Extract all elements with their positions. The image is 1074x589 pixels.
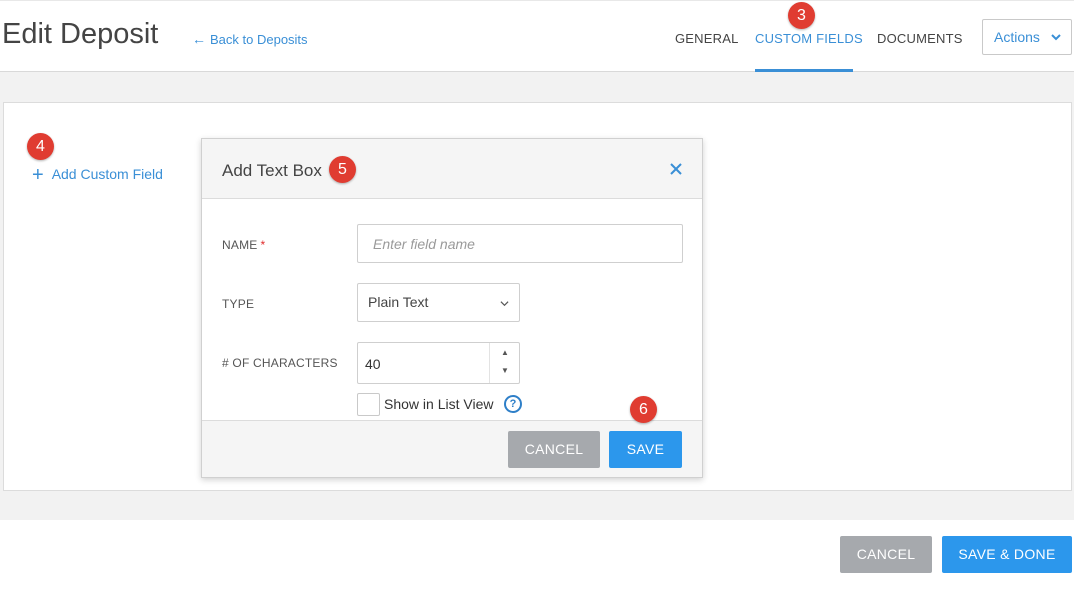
edit-deposit-page: Edit Deposit ← Back to Deposits GENERAL C… <box>0 0 1074 589</box>
type-select-value: Plain Text <box>368 294 429 310</box>
chars-field-label: # OF CHARACTERS <box>222 356 338 370</box>
add-custom-field-label: Add Custom Field <box>51 166 163 182</box>
dialog-cancel-button[interactable]: CANCEL <box>508 431 600 468</box>
show-in-list-view-label: Show in List View <box>384 396 494 412</box>
dialog-title: Add Text Box <box>222 161 322 180</box>
page-header: Edit Deposit ← Back to Deposits GENERAL C… <box>0 0 1074 72</box>
page-title: Edit Deposit <box>2 18 159 50</box>
dialog-footer: CANCEL SAVE <box>202 420 702 477</box>
back-link-label: Back to Deposits <box>210 32 308 47</box>
back-to-deposits-link[interactable]: ← Back to Deposits <box>192 31 308 47</box>
characters-number-input[interactable]: 40 ▲ ▼ <box>357 342 520 384</box>
chevron-down-icon <box>1051 34 1061 41</box>
show-in-list-view-checkbox[interactable] <box>357 393 380 416</box>
step-marker-3: 3 <box>788 2 815 29</box>
save-and-done-button[interactable]: SAVE & DONE <box>942 536 1072 573</box>
spin-down-icon[interactable]: ▼ <box>501 366 509 375</box>
tab-general[interactable]: GENERAL <box>675 31 739 46</box>
actions-label: Actions <box>994 29 1040 45</box>
cancel-button[interactable]: CANCEL <box>840 536 932 573</box>
dialog-save-button[interactable]: SAVE <box>609 431 682 468</box>
characters-value: 40 <box>365 356 381 372</box>
name-input[interactable] <box>357 224 683 263</box>
number-spinner: ▲ ▼ <box>489 343 519 383</box>
arrow-left-icon: ← <box>192 31 206 47</box>
tab-documents[interactable]: DOCUMENTS <box>877 31 963 46</box>
spin-up-icon[interactable]: ▲ <box>501 348 509 357</box>
chevron-down-icon <box>500 301 509 307</box>
step-marker-5: 5 <box>329 156 356 183</box>
actions-dropdown-button[interactable]: Actions <box>982 19 1072 55</box>
step-marker-6: 6 <box>630 396 657 423</box>
add-custom-field-link[interactable]: + Add Custom Field <box>32 164 163 187</box>
dialog-header: Add Text Box <box>202 139 702 199</box>
tab-custom-fields[interactable]: CUSTOM FIELDS <box>755 31 863 46</box>
close-icon[interactable] <box>668 161 684 177</box>
add-text-box-dialog: Add Text Box NAME* TYPE Plain Text # OF … <box>201 138 703 478</box>
plus-icon: + <box>32 164 44 186</box>
name-label-text: NAME <box>222 238 258 252</box>
help-icon[interactable]: ? <box>504 395 522 413</box>
step-marker-4: 4 <box>27 133 54 160</box>
name-field-label: NAME * <box>222 238 265 252</box>
type-select[interactable]: Plain Text <box>357 283 520 322</box>
required-indicator: * <box>260 238 266 252</box>
type-field-label: TYPE <box>222 297 255 311</box>
